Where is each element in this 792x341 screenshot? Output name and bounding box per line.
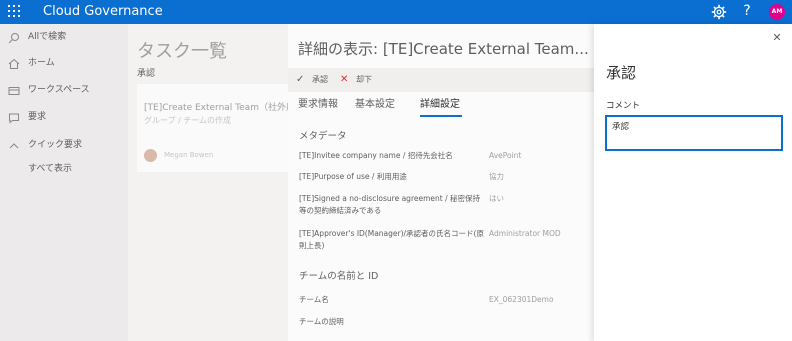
nav-show-all[interactable]: すべて表示 [0,160,128,180]
field-value: Administrator MOD [489,229,561,238]
field-label: [TE]Approver's ID(Manager)/承認者の氏名コード(原則上… [299,229,484,250]
checkmark-icon: ✓ [296,74,305,85]
metadata-heading: メタデータ [299,131,347,142]
user-avatar[interactable]: AM [769,4,785,20]
search-icon [8,33,19,44]
top-bar: Cloud Governance ? AM [0,0,792,24]
field-value: AvePoint [489,151,522,160]
field-label: [TE]Signed a no-disclosure agreement / 秘… [299,194,480,215]
reject-command[interactable]: ✕ 却下 [340,73,372,87]
tab-basic-settings[interactable]: 基本設定 [355,98,395,112]
tab-advanced-settings[interactable]: 詳細設定 [420,98,460,112]
app-launcher-icon[interactable] [8,5,22,19]
field-label: チームの説明 [299,317,344,326]
task-user-name: Megan Bowen [164,151,214,159]
nav-request[interactable]: 要求 [0,108,128,128]
left-navigation: Allで検索 ホーム ワークスペース 要求 クイック要求 すべて表示 [0,24,128,341]
approve-command[interactable]: ✓ 承認 [296,73,328,87]
detail-title: 詳細の表示: [TE]Create External Team... [298,40,589,58]
task-title: [TE]Create External Team（社外用チ [144,103,304,113]
field-value: 協力 [489,172,504,181]
nav-show-all-label: すべて表示 [28,164,73,174]
help-icon[interactable]: ? [740,2,754,20]
task-card[interactable]: [TE]Create External Team（社外用チ グループ / チーム… [137,84,304,172]
detail-panel: 詳細の表示: [TE]Create External Team... ✓ 承認 ✕… [288,24,594,341]
nav-request-label: 要求 [28,112,47,122]
home-icon [8,58,20,69]
nav-workspace[interactable]: ワークスペース [0,81,128,101]
approve-command-label: 承認 [312,75,328,84]
nav-home[interactable]: ホーム [0,54,128,74]
nav-quick-request-label: クイック要求 [28,140,83,150]
task-list-area: タスク一覧 承認 [TE]Create External Team（社外用チ グ… [128,24,304,341]
settings-gear-icon[interactable] [711,4,727,20]
field-label: [TE]Purpose of use / 利用用途 [299,172,407,181]
close-icon[interactable]: ✕ [771,32,783,44]
reject-command-label: 却下 [356,75,372,84]
task-subtitle: グループ / チームの作成 [144,116,232,125]
nav-workspace-label: ワークスペース [28,85,90,95]
avatar-initial-2: M [776,8,783,15]
field-label: [TE]Invitee company name / 招待先会社名 [299,151,453,160]
section-label: 承認 [137,69,156,79]
comment-label: コメント [606,101,641,111]
chevron-up-icon [9,143,19,149]
approve-panel-title: 承認 [606,64,637,82]
comment-textarea[interactable]: 承認 [605,115,783,151]
workspace-icon [8,87,20,95]
task-user-avatar [144,149,157,162]
app-title[interactable]: Cloud Governance [43,3,163,20]
field-value: はい [489,194,504,203]
nav-quick-request[interactable]: クイック要求 [0,136,128,156]
nav-search-label: Allで検索 [28,32,67,42]
nav-search[interactable]: Allで検索 [0,28,128,48]
command-bar: ✓ 承認 ✕ 却下 [288,68,594,92]
nav-home-label: ホーム [28,58,55,68]
page-title: タスク一覧 [137,41,227,62]
tab-request-info[interactable]: 要求情報 [298,98,338,112]
close-x-icon: ✕ [340,74,349,85]
request-icon [9,113,19,124]
team-heading: チームの名前と ID [299,271,379,282]
field-value: EX_062301Demo [489,295,554,304]
field-label: チーム名 [299,295,329,304]
approve-panel: ✕ 承認 コメント 承認 [594,24,792,341]
active-tab-indicator [420,115,462,117]
